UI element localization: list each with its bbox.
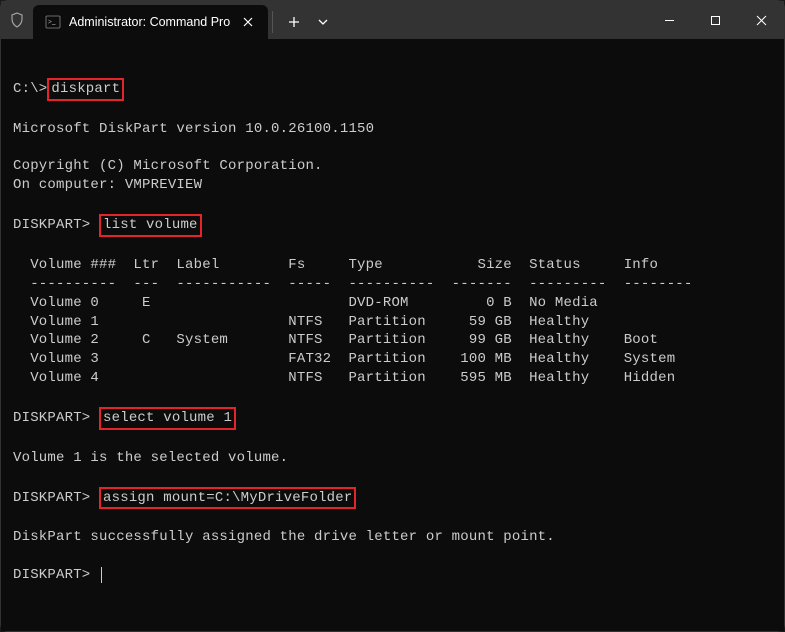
- highlight-list-volume: list volume: [99, 214, 202, 237]
- tab-title: Administrator: Command Pro: [69, 15, 230, 29]
- table-row: Volume 2 C System NTFS Partition 99 GB H…: [13, 332, 658, 348]
- line-copyright: Copyright (C) Microsoft Corporation.: [13, 158, 323, 174]
- line-select-volume: DISKPART> select volume 1: [13, 410, 236, 426]
- line-version: Microsoft DiskPart version 10.0.26100.11…: [13, 121, 374, 137]
- highlight-select-volume: select volume 1: [99, 407, 236, 430]
- minimize-button[interactable]: [646, 1, 692, 39]
- line-final-prompt: DISKPART>: [13, 567, 102, 583]
- line-list-volume: DISKPART> list volume: [13, 217, 202, 233]
- tab-active[interactable]: >_ Administrator: Command Pro: [33, 5, 268, 39]
- line-assign: DISKPART> assign mount=C:\MyDriveFolder: [13, 490, 356, 506]
- close-button[interactable]: [738, 1, 784, 39]
- line-assign-response: DiskPart successfully assigned the drive…: [13, 529, 555, 545]
- app-shield-icon: [1, 1, 33, 39]
- tab-dropdown-button[interactable]: [311, 5, 335, 39]
- highlight-assign: assign mount=C:\MyDriveFolder: [99, 487, 356, 510]
- table-row: Volume 4 NTFS Partition 595 MB Healthy H…: [13, 370, 675, 386]
- highlight-diskpart: diskpart: [47, 78, 124, 101]
- table-row: Volume 0 E DVD-ROM 0 B No Media: [13, 295, 624, 311]
- svg-text:>_: >_: [48, 18, 56, 26]
- terminal-output[interactable]: C:\>diskpart Microsoft DiskPart version …: [1, 39, 784, 631]
- line-prompt-diskpart: C:\>diskpart: [13, 81, 124, 97]
- titlebar: >_ Administrator: Command Pro: [1, 1, 784, 39]
- tab-close-button[interactable]: [238, 12, 258, 32]
- line-computer: On computer: VMPREVIEW: [13, 177, 202, 193]
- volume-table-divider: ---------- --- ----------- ----- -------…: [13, 276, 693, 292]
- cursor: [101, 567, 102, 583]
- table-row: Volume 1 NTFS Partition 59 GB Healthy: [13, 314, 624, 330]
- volume-table-header: Volume ### Ltr Label Fs Type Size Status…: [13, 257, 658, 273]
- new-tab-button[interactable]: [277, 5, 311, 39]
- cmd-icon: >_: [45, 14, 61, 30]
- table-row: Volume 3 FAT32 Partition 100 MB Healthy …: [13, 351, 675, 367]
- maximize-button[interactable]: [692, 1, 738, 39]
- line-select-response: Volume 1 is the selected volume.: [13, 450, 288, 466]
- tab-divider: [272, 11, 273, 33]
- window-controls: [646, 1, 784, 39]
- titlebar-drag-region[interactable]: [335, 1, 646, 39]
